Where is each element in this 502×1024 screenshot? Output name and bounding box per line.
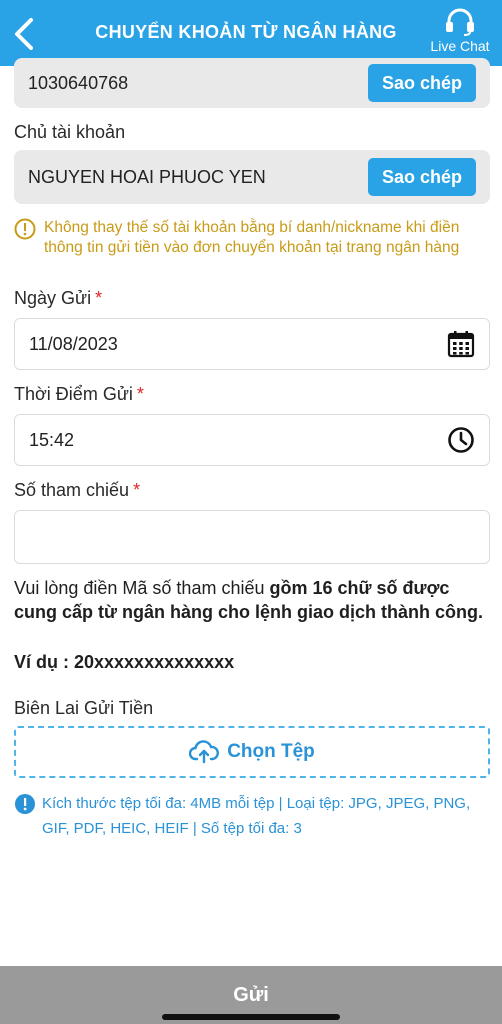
copy-account-number-button[interactable]: Sao chép xyxy=(368,64,476,102)
receipt-label: Biên Lai Gửi Tiền xyxy=(14,698,154,718)
choose-file-label: Chọn Tệp xyxy=(227,741,315,762)
copy-account-holder-button[interactable]: Sao chép xyxy=(368,158,476,196)
live-chat-button[interactable]: Live Chat xyxy=(424,8,496,60)
cloud-upload-icon xyxy=(189,740,220,764)
reference-label-text: Số tham chiếu xyxy=(14,480,130,500)
alias-warning: Không thay thế số tài khoản bằng bí danh… xyxy=(14,218,484,258)
choose-file-button[interactable]: Chọn Tệp xyxy=(14,726,490,778)
account-holder-box: NGUYEN HOAI PHUOC YEN Sao chép xyxy=(14,150,490,204)
required-mark: * xyxy=(133,480,141,500)
required-mark: * xyxy=(95,288,103,308)
deposit-date-value: 11/08/2023 xyxy=(29,333,118,354)
deposit-time-field[interactable]: 15:42 xyxy=(14,414,490,466)
submit-label: Gửi xyxy=(233,983,269,1006)
deposit-time-label: Thời Điểm Gửi * xyxy=(14,384,144,405)
file-info-text: Kích thước tệp tối đa: 4MB mỗi tệp | Loạ… xyxy=(42,795,471,837)
info-icon xyxy=(15,794,35,814)
top-bar: CHUYỂN KHOẢN TỪ NGÂN HÀNG Live Chat xyxy=(0,0,502,66)
clock-icon[interactable] xyxy=(447,426,475,454)
deposit-date-field[interactable]: 11/08/2023 xyxy=(14,318,490,370)
calendar-icon[interactable] xyxy=(447,330,475,358)
live-chat-label: Live Chat xyxy=(430,38,490,54)
deposit-time-label-text: Thời Điểm Gửi xyxy=(14,384,133,404)
account-holder-value: NGUYEN HOAI PHUOC YEN xyxy=(28,166,266,187)
deposit-time-value: 15:42 xyxy=(29,429,75,450)
home-indicator xyxy=(162,1014,340,1020)
account-number-value: 1030640768 xyxy=(28,72,129,93)
deposit-date-label: Ngày Gửi * xyxy=(14,288,102,309)
reference-label: Số tham chiếu * xyxy=(14,480,140,501)
account-holder-label: Chủ tài khoản xyxy=(14,122,126,142)
warning-text: Không thay thế số tài khoản bằng bí danh… xyxy=(44,219,460,256)
required-mark: * xyxy=(136,384,144,404)
reference-note-prefix: Vui lòng điền Mã số tham chiếu xyxy=(14,578,270,598)
chevron-left-icon xyxy=(15,18,33,50)
reference-input[interactable] xyxy=(14,510,490,564)
warning-icon xyxy=(14,218,36,240)
page-title: CHUYỂN KHOẢN TỪ NGÂN HÀNG xyxy=(95,22,397,42)
reference-note: Vui lòng điền Mã số tham chiếu gồm 16 ch… xyxy=(14,576,490,624)
headset-icon xyxy=(446,8,474,36)
back-button[interactable] xyxy=(6,12,42,56)
account-number-box: 1030640768 Sao chép xyxy=(14,58,490,108)
reference-example: Ví dụ : 20xxxxxxxxxxxxxx xyxy=(14,652,235,672)
deposit-date-label-text: Ngày Gửi xyxy=(14,288,92,308)
file-info: Kích thước tệp tối đa: 4MB mỗi tệp | Loạ… xyxy=(14,791,490,841)
